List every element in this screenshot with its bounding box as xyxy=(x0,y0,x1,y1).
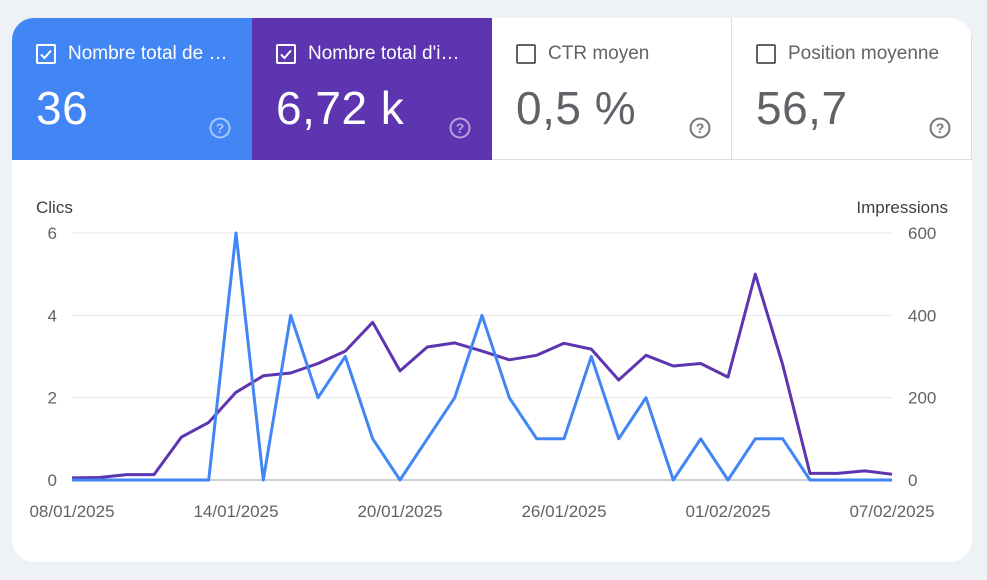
right-tick-label: 600 xyxy=(908,224,936,243)
help-circle-icon[interactable]: ? xyxy=(689,117,711,139)
svg-text:?: ? xyxy=(216,120,225,136)
metric-tile-impressions[interactable]: Nombre total d'i… 6,72 k ? xyxy=(252,18,492,160)
performance-card: Nombre total de … 36 ? Nombre total d'i…… xyxy=(12,18,972,562)
metric-label-clicks: Nombre total de … xyxy=(68,43,228,64)
svg-text:?: ? xyxy=(936,120,945,136)
metric-tile-clicks[interactable]: Nombre total de … 36 ? xyxy=(12,18,252,160)
left-tick-label: 4 xyxy=(48,306,57,325)
metric-value-position: 56,7 xyxy=(756,82,848,134)
left-axis-title: Clics xyxy=(36,198,73,217)
series-line-impressions[interactable] xyxy=(71,272,893,480)
metric-tiles: Nombre total de … 36 ? Nombre total d'i…… xyxy=(12,18,972,160)
left-tick-label: 0 xyxy=(48,471,57,490)
checkbox-empty-icon[interactable] xyxy=(516,44,536,64)
checkbox-checked-icon[interactable] xyxy=(276,44,296,64)
help-circle-icon[interactable]: ? xyxy=(449,117,471,139)
performance-chart: Clics Impressions 6 600 4 400 2 200 0 0 08/01/20… xyxy=(12,160,972,562)
left-tick-label: 2 xyxy=(48,389,57,408)
metric-label-position: Position moyenne xyxy=(788,43,940,64)
metric-value-ctr: 0,5 % xyxy=(516,82,637,134)
help-circle-icon[interactable]: ? xyxy=(209,117,231,139)
help-circle-icon[interactable]: ? xyxy=(929,117,951,139)
metric-header-position: Position moyenne xyxy=(756,43,939,65)
metric-label-impressions: Nombre total d'i… xyxy=(308,43,460,64)
right-tick-label: 0 xyxy=(908,471,917,490)
x-tick-label: 08/01/2025 xyxy=(29,502,114,521)
x-tick-label: 07/02/2025 xyxy=(849,502,934,521)
chart-svg: Clics Impressions 6 600 4 400 2 200 0 0 08/01/20… xyxy=(29,198,948,521)
x-tick-label: 26/01/2025 xyxy=(521,502,606,521)
metric-tile-position[interactable]: Position moyenne 56,7 ? xyxy=(732,18,972,160)
left-tick-label: 6 xyxy=(48,224,57,243)
metric-value-clicks: 36 xyxy=(36,82,89,134)
svg-text:?: ? xyxy=(696,120,705,136)
metric-label-ctr: CTR moyen xyxy=(548,43,650,64)
right-tick-label: 400 xyxy=(908,306,936,325)
checkbox-checked-icon[interactable] xyxy=(36,44,56,64)
metric-header-ctr: CTR moyen xyxy=(516,43,649,65)
metric-header-clicks: Nombre total de … xyxy=(36,43,227,65)
metric-header-impressions: Nombre total d'i… xyxy=(276,43,459,65)
x-tick-label: 01/02/2025 xyxy=(685,502,770,521)
metric-value-impressions: 6,72 k xyxy=(276,82,405,134)
x-tick-label: 14/01/2025 xyxy=(193,502,278,521)
right-axis-title: Impressions xyxy=(856,198,948,217)
right-tick-label: 200 xyxy=(908,389,936,408)
metric-tile-ctr[interactable]: CTR moyen 0,5 % ? xyxy=(492,18,732,160)
checkbox-empty-icon[interactable] xyxy=(756,44,776,64)
x-tick-label: 20/01/2025 xyxy=(357,502,442,521)
svg-text:?: ? xyxy=(456,120,465,136)
series-line-clics[interactable] xyxy=(72,231,892,482)
